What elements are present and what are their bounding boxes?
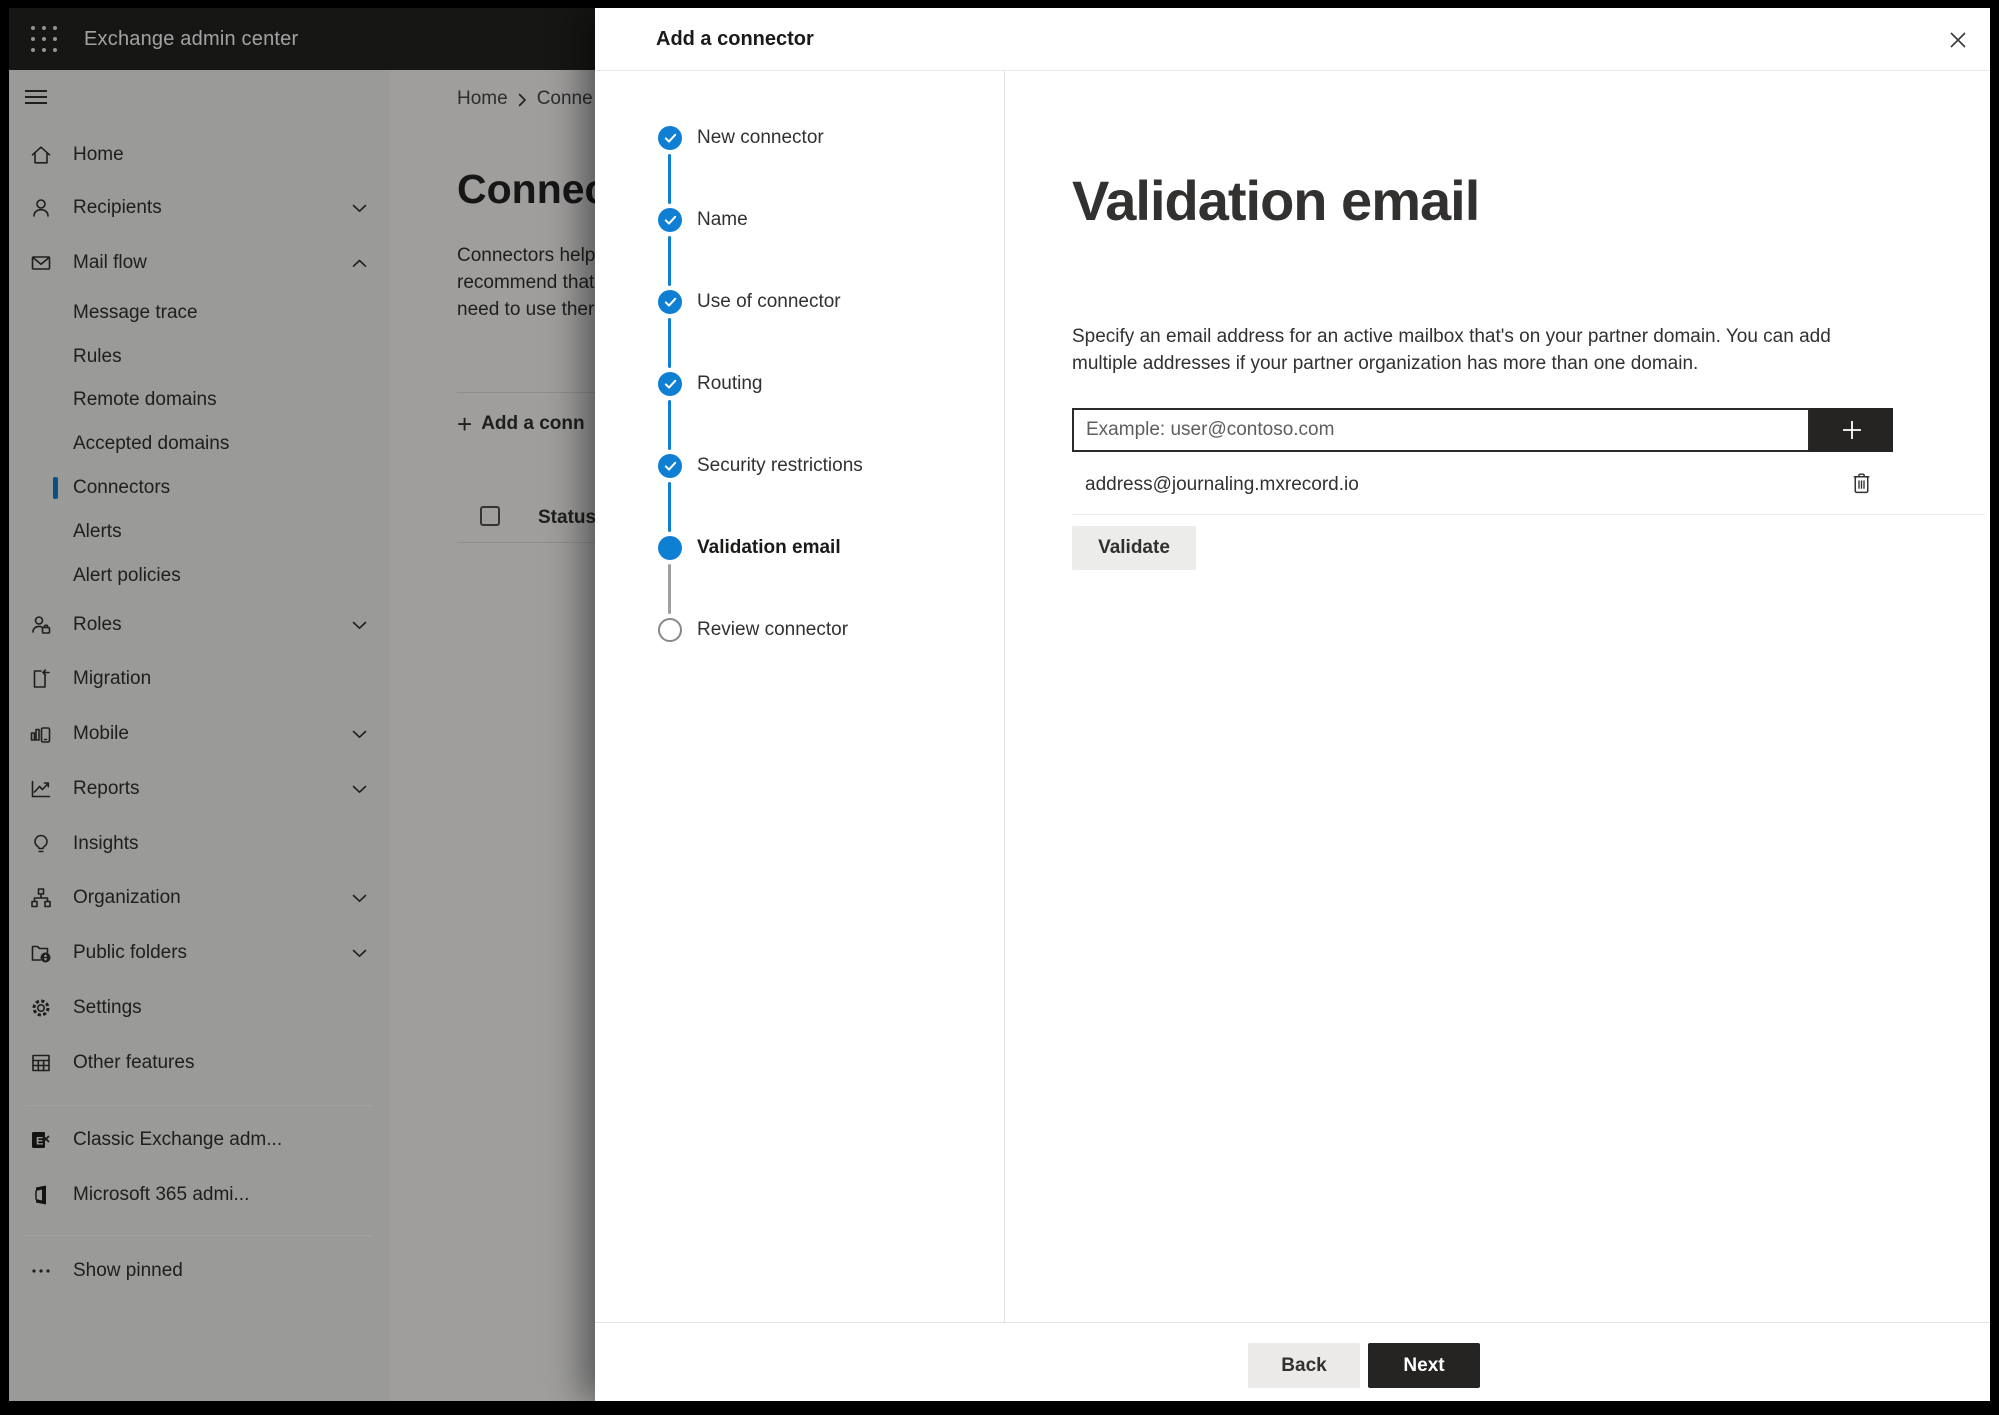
validate-button[interactable]: Validate: [1072, 526, 1196, 570]
step-completed-icon: [658, 454, 682, 478]
step-completed-icon: [658, 126, 682, 150]
step-completed-icon: [658, 290, 682, 314]
wizard-step-description: Specify an email address for an active m…: [1072, 326, 1831, 374]
step-completed-icon: [658, 208, 682, 232]
add-connector-modal: Add a connector New connector Name Use o…: [595, 8, 1990, 1401]
app-window: Exchange admin center Home Recipients Ma…: [9, 8, 1990, 1401]
step-new-connector[interactable]: New connector: [595, 120, 1004, 156]
step-name[interactable]: Name: [595, 202, 1004, 238]
next-button[interactable]: Next: [1368, 1343, 1480, 1388]
validation-email-input[interactable]: [1072, 408, 1810, 452]
step-use-of-connector[interactable]: Use of connector: [595, 284, 1004, 320]
back-button[interactable]: Back: [1248, 1343, 1360, 1388]
step-current-icon: [658, 536, 682, 560]
modal-title: Add a connector: [656, 28, 814, 50]
step-review-connector[interactable]: Review connector: [595, 612, 1004, 648]
step-completed-icon: [658, 372, 682, 396]
add-email-button[interactable]: [1810, 408, 1893, 452]
step-upcoming-icon: [658, 618, 682, 642]
step-security-restrictions[interactable]: Security restrictions: [595, 448, 1004, 484]
close-icon[interactable]: [1944, 26, 1972, 54]
wizard-step-heading: Validation email: [1072, 169, 1480, 232]
wizard-steps-panel: New connector Name Use of connector Rout…: [595, 71, 1005, 1322]
added-email-address: address@journaling.mxrecord.io: [1085, 474, 1359, 495]
modal-header: Add a connector: [595, 8, 1990, 71]
delete-email-trash-icon[interactable]: [1843, 464, 1879, 500]
step-validation-email[interactable]: Validation email: [595, 530, 1004, 566]
email-list-divider: [1072, 514, 1985, 515]
step-routing[interactable]: Routing: [595, 366, 1004, 402]
modal-footer: Back Next: [595, 1322, 1990, 1401]
